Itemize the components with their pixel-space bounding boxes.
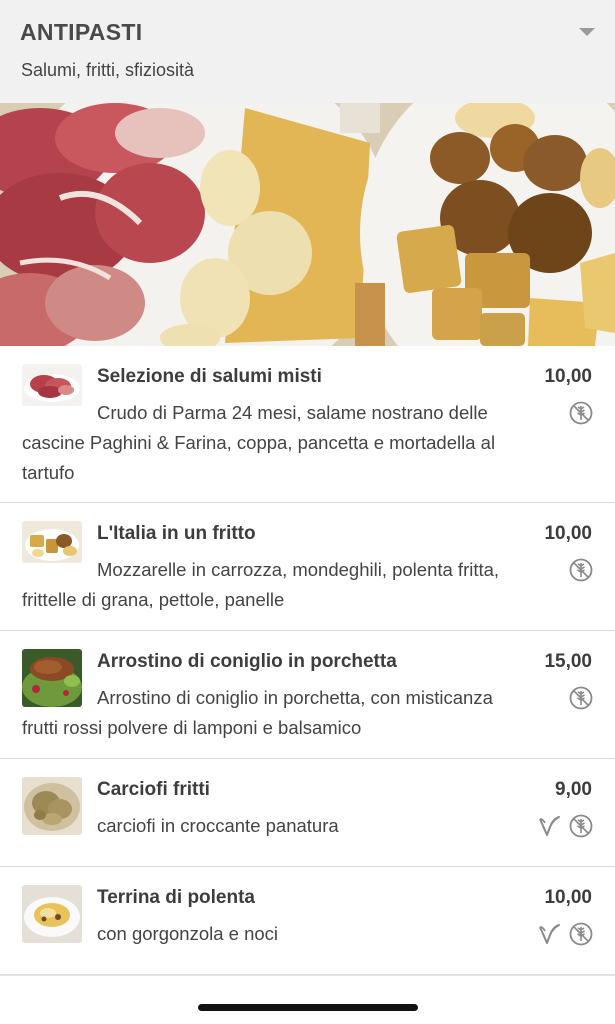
item-description: carciofi in croccante panatura	[97, 815, 339, 836]
vegetarian-icon	[539, 816, 560, 836]
no-gluten-free-icon	[569, 558, 593, 582]
home-indicator[interactable]	[198, 1004, 418, 1011]
menu-item[interactable]: Arrostino di coniglio in porchetta 15,00…	[0, 631, 615, 759]
item-name: Carciofi fritti	[97, 779, 210, 800]
menu-item[interactable]: Terrina di polenta 10,00 con gorgonzola …	[0, 867, 615, 975]
diet-badges	[537, 922, 593, 946]
diet-badges	[537, 814, 593, 838]
diet-badges	[569, 686, 593, 710]
no-gluten-free-icon	[569, 922, 593, 946]
diet-badges	[569, 401, 593, 425]
chevron-down-icon[interactable]	[579, 28, 595, 36]
item-description: Arrostino di coniglio in porchetta, con …	[22, 687, 493, 738]
section-header[interactable]: ANTIPASTI Salumi, fritti, sfiziosità	[0, 0, 615, 103]
section-subtitle: Salumi, fritti, sfiziosità	[21, 60, 195, 80]
vegetarian-icon	[539, 924, 560, 944]
item-description: Mozzarelle in carrozza, mondeghili, pole…	[22, 559, 500, 610]
no-gluten-free-icon	[569, 686, 593, 710]
hero-image	[0, 103, 615, 346]
item-name: Selezione di salumi misti	[97, 366, 322, 387]
menu-item[interactable]: Selezione di salumi misti 10,00 Crudo di…	[0, 346, 615, 503]
item-name: Arrostino di coniglio in porchetta	[97, 651, 397, 672]
menu-item[interactable]: L'Italia in un fritto 10,00 Mozzarelle i…	[0, 503, 615, 631]
no-gluten-free-icon	[569, 401, 593, 425]
section-title: ANTIPASTI	[20, 19, 143, 45]
item-name: L'Italia in un fritto	[97, 523, 256, 544]
item-name: Terrina di polenta	[97, 887, 256, 908]
item-price: 15,00	[544, 651, 592, 672]
menu-item[interactable]: Carciofi fritti 9,00 carciofi in croccan…	[0, 759, 615, 867]
item-price: 10,00	[544, 366, 592, 387]
menu-list: Selezione di salumi misti 10,00 Crudo di…	[0, 346, 615, 975]
no-gluten-free-icon	[569, 814, 593, 838]
diet-badges	[569, 558, 593, 582]
item-price: 10,00	[544, 523, 592, 544]
item-description: Crudo di Parma 24 mesi, salame nostrano …	[22, 402, 496, 483]
item-description: con gorgonzola e noci	[97, 923, 279, 944]
item-price: 10,00	[544, 887, 592, 908]
item-price: 9,00	[555, 779, 592, 800]
bottom-bar	[0, 975, 615, 1024]
